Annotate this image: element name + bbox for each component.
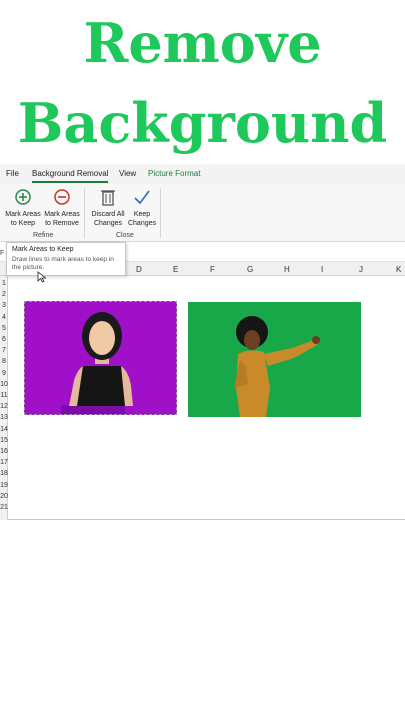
row-header[interactable]: 16: [0, 448, 8, 455]
column-header[interactable]: H: [284, 265, 290, 274]
row-header[interactable]: 17: [0, 459, 8, 466]
row-header[interactable]: 14: [0, 426, 8, 433]
row-header[interactable]: 9: [0, 370, 8, 377]
column-header[interactable]: I: [321, 265, 323, 274]
column-header[interactable]: E: [173, 265, 178, 274]
column-header[interactable]: G: [247, 265, 253, 274]
row-header[interactable]: 2: [0, 291, 8, 298]
row-header[interactable]: 12: [0, 403, 8, 410]
pencil-plus-icon: [15, 189, 31, 205]
tab-background-removal[interactable]: Background Removal: [32, 169, 108, 178]
row-header[interactable]: 8: [0, 358, 8, 365]
row-header[interactable]: 21: [0, 504, 8, 511]
woman-green-screen-image[interactable]: [188, 302, 361, 417]
group-label-close: Close: [116, 232, 134, 239]
tab-picture-format[interactable]: Picture Format: [148, 169, 200, 178]
mark-areas-to-remove-button[interactable]: Mark Areas to Remove: [42, 186, 82, 228]
row-header[interactable]: 1: [0, 280, 8, 287]
row-header[interactable]: 15: [0, 437, 8, 444]
headline-background: Background: [17, 91, 388, 155]
ribbon-tabs: File Background Removal View Picture For…: [0, 164, 405, 184]
woman-purple-background-image[interactable]: [24, 301, 177, 415]
tooltip-title: Mark Areas to Keep: [12, 246, 74, 253]
mark-keep-label-2: to Keep: [10, 220, 36, 227]
checkmark-icon: [134, 190, 150, 205]
mark-remove-label-2: to Remove: [45, 220, 79, 227]
discard-label-1: Discard All: [91, 211, 125, 218]
active-tab-indicator: [32, 181, 108, 183]
tooltip-body-line-2: the picture.: [12, 264, 45, 271]
mark-keep-label-1: Mark Areas: [5, 211, 41, 218]
name-box[interactable]: F: [0, 250, 4, 257]
pencil-minus-icon: [54, 189, 70, 205]
tooltip-body-line-1: Draw lines to mark areas to keep in: [12, 256, 114, 263]
row-header[interactable]: 4: [0, 314, 8, 321]
discard-all-changes-button[interactable]: Discard All Changes: [88, 186, 128, 228]
tab-view[interactable]: View: [119, 169, 136, 178]
row-header[interactable]: 11: [0, 392, 8, 399]
row-header[interactable]: 6: [0, 336, 8, 343]
trash-icon: [101, 190, 115, 206]
column-header[interactable]: F: [210, 265, 215, 274]
row-header[interactable]: 5: [0, 325, 8, 332]
row-header[interactable]: 20: [0, 493, 8, 500]
mark-remove-label-1: Mark Areas: [44, 211, 80, 218]
row-header[interactable]: 13: [0, 414, 8, 421]
row-header[interactable]: 10: [0, 381, 8, 388]
row-headers: 1 2 3 4 5 6 7 8 9 10 11 12 13 14 15 16 17 18 19 20 21: [0, 276, 8, 520]
ribbon: Mark Areas to Keep Mark Areas to Remove …: [0, 184, 405, 242]
headline-remove: Remove: [83, 11, 322, 75]
discard-label-2: Changes: [93, 220, 123, 227]
group-separator: [84, 188, 85, 238]
keep-changes-label-1: Keep: [133, 211, 151, 218]
tab-file[interactable]: File: [6, 169, 19, 178]
keep-changes-button[interactable]: Keep Changes: [124, 186, 160, 228]
woman-pointing-illustration: [234, 316, 320, 417]
group-separator: [160, 188, 161, 238]
row-header[interactable]: 18: [0, 470, 8, 477]
column-header[interactable]: D: [136, 265, 142, 274]
mark-areas-to-keep-button[interactable]: Mark Areas to Keep: [2, 186, 44, 228]
row-header[interactable]: 19: [0, 482, 8, 489]
column-header[interactable]: J: [359, 265, 363, 274]
tooltip-mark-areas-to-keep: Mark Areas to Keep Draw lines to mark ar…: [6, 242, 126, 276]
row-header[interactable]: 3: [0, 302, 8, 309]
group-label-refine: Refine: [33, 232, 54, 239]
tooltip-body: Draw lines to mark areas to keep in the p…: [12, 256, 120, 272]
woman-portrait-illustration: [61, 312, 133, 414]
row-header[interactable]: 7: [0, 347, 8, 354]
mouse-cursor-icon: [37, 271, 47, 283]
column-header[interactable]: K: [396, 265, 401, 274]
keep-changes-label-2: Changes: [127, 220, 157, 227]
